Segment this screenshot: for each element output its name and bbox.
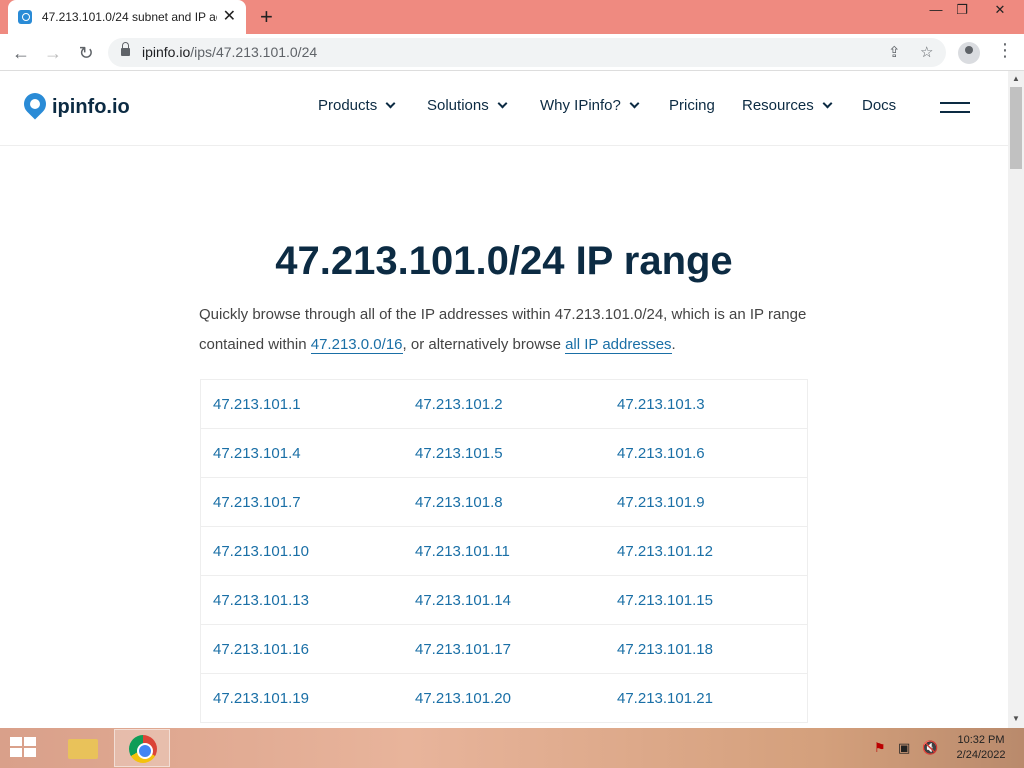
nav-why-ipinfo[interactable]: Why IPinfo? <box>540 97 640 114</box>
windows-taskbar: ⚑ ▣ 🔇 10:32 PM 2/24/2022 <box>0 728 1024 768</box>
ip-address-link[interactable]: 47.213.101.10 <box>201 543 403 560</box>
nav-solutions[interactable]: Solutions <box>427 97 508 114</box>
reload-button[interactable]: ↻ <box>73 40 99 66</box>
ip-address-link[interactable]: 47.213.101.3 <box>605 396 807 413</box>
chevron-down-icon <box>629 98 640 109</box>
ip-address-link[interactable]: 47.213.101.19 <box>201 690 403 707</box>
ip-address-link[interactable]: 47.213.101.17 <box>403 641 605 658</box>
taskbar-chrome-button[interactable] <box>114 729 170 767</box>
address-bar[interactable]: ipinfo.io/ips/47.213.101.0/24 ⇪ ☆ <box>108 38 946 67</box>
ip-address-link[interactable]: 47.213.101.12 <box>605 543 807 560</box>
hamburger-menu-icon[interactable] <box>940 102 970 114</box>
nav-pricing[interactable]: Pricing <box>669 97 715 114</box>
ipinfo-favicon-icon <box>18 10 32 24</box>
ip-address-link[interactable]: 47.213.101.9 <box>605 494 807 511</box>
windows-start-icon[interactable] <box>10 737 38 759</box>
action-center-flag-icon[interactable]: ⚑ <box>874 740 886 756</box>
volume-muted-icon[interactable]: 🔇 <box>922 740 938 756</box>
scroll-up-arrow-icon[interactable]: ▲ <box>1012 74 1020 83</box>
forward-button[interactable]: → <box>40 40 66 66</box>
ip-address-link[interactable]: 47.213.101.13 <box>201 592 403 609</box>
chevron-down-icon <box>822 98 833 109</box>
browser-toolbar: ← → ↻ ipinfo.io/ips/47.213.101.0/24 ⇪ ☆ … <box>0 34 1024 71</box>
chevron-down-icon <box>497 98 508 109</box>
ip-address-link[interactable]: 47.213.101.2 <box>403 396 605 413</box>
ip-address-link[interactable]: 47.213.101.6 <box>605 445 807 462</box>
ip-address-link[interactable]: 47.213.101.20 <box>403 690 605 707</box>
new-tab-button[interactable]: + <box>260 4 273 30</box>
ip-address-link[interactable]: 47.213.101.16 <box>201 641 403 658</box>
site-header: ipinfo.io Products Solutions Why IPinfo?… <box>0 71 1008 146</box>
ip-address-link[interactable]: 47.213.101.5 <box>403 445 605 462</box>
page-title: 47.213.101.0/24 IP range <box>275 239 733 283</box>
profile-avatar[interactable] <box>958 42 980 64</box>
logo-text: ipinfo.io <box>52 95 130 118</box>
ip-address-link[interactable]: 47.213.101.1 <box>201 396 403 413</box>
table-row: 47.213.101.19 47.213.101.20 47.213.101.21 <box>201 674 807 723</box>
table-row: 47.213.101.1 47.213.101.2 47.213.101.3 <box>201 380 807 429</box>
tab-title: 47.213.101.0/24 subnet and IP ad <box>41 10 217 24</box>
ip-address-link[interactable]: 47.213.101.11 <box>403 543 605 560</box>
scroll-down-arrow-icon[interactable]: ▼ <box>1012 714 1020 723</box>
system-clock[interactable]: 10:32 PM 2/24/2022 <box>950 733 1012 763</box>
url-text[interactable]: ipinfo.io/ips/47.213.101.0/24 <box>142 44 317 60</box>
ip-address-table: 47.213.101.1 47.213.101.2 47.213.101.3 47.2… <box>200 379 808 723</box>
bookmark-star-icon[interactable]: ☆ <box>920 43 933 61</box>
browser-title-bar: 47.213.101.0/24 subnet and IP ad ✕ + — ❐… <box>0 0 1024 34</box>
ip-address-link[interactable]: 47.213.101.4 <box>201 445 403 462</box>
ip-address-link[interactable]: 47.213.101.14 <box>403 592 605 609</box>
intro-text: Quickly browse through all of the IP add… <box>199 306 807 354</box>
ip-address-link[interactable]: 47.213.101.7 <box>201 494 403 511</box>
file-explorer-icon[interactable] <box>56 729 112 767</box>
site-logo[interactable]: ipinfo.io <box>24 93 130 121</box>
browser-menu-icon[interactable]: ⋮ <box>996 40 1014 61</box>
tab-close-icon[interactable]: ✕ <box>223 9 236 25</box>
vertical-scrollbar[interactable]: ▲ ▼ <box>1008 71 1024 728</box>
scroll-thumb[interactable] <box>1010 87 1022 169</box>
table-row: 47.213.101.10 47.213.101.11 47.213.101.12 <box>201 527 807 576</box>
page-viewport: ipinfo.io Products Solutions Why IPinfo?… <box>0 71 1008 728</box>
all-ip-addresses-link[interactable]: all IP addresses <box>565 336 672 354</box>
chrome-icon <box>129 735 157 763</box>
table-row: 47.213.101.13 47.213.101.14 47.213.101.15 <box>201 576 807 625</box>
browser-tab[interactable]: 47.213.101.0/24 subnet and IP ad ✕ <box>8 0 246 34</box>
chevron-down-icon <box>385 98 396 109</box>
parent-range-link[interactable]: 47.213.0.0/16 <box>310 336 403 354</box>
table-row: 47.213.101.4 47.213.101.5 47.213.101.6 <box>201 429 807 478</box>
table-row: 47.213.101.7 47.213.101.8 47.213.101.9 <box>201 478 807 527</box>
nav-resources[interactable]: Resources <box>742 97 833 114</box>
back-button[interactable]: ← <box>8 40 34 66</box>
ip-address-link[interactable]: 47.213.101.8 <box>403 494 605 511</box>
network-icon[interactable]: ▣ <box>898 740 910 756</box>
table-row: 47.213.101.16 47.213.101.17 47.213.101.18 <box>201 625 807 674</box>
nav-docs[interactable]: Docs <box>862 97 896 114</box>
ip-address-link[interactable]: 47.213.101.21 <box>605 690 807 707</box>
ipinfo-pin-icon <box>24 93 46 121</box>
ip-address-link[interactable]: 47.213.101.15 <box>605 592 807 609</box>
restore-button[interactable]: ❐ <box>946 0 978 22</box>
nav-products[interactable]: Products <box>318 97 396 114</box>
share-icon[interactable]: ⇪ <box>888 43 901 61</box>
ip-address-link[interactable]: 47.213.101.18 <box>605 641 807 658</box>
lock-icon[interactable] <box>121 42 130 57</box>
close-window-button[interactable]: ✕ <box>984 0 1016 22</box>
